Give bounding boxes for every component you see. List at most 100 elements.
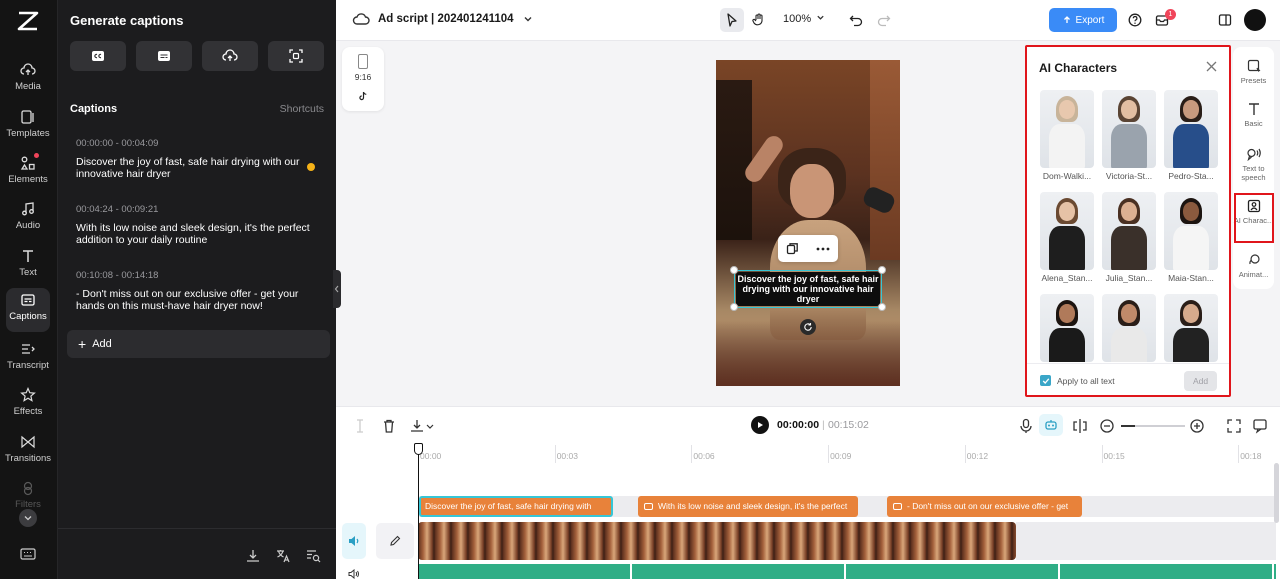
auto-captions-button[interactable]	[70, 41, 126, 71]
shortcuts-link[interactable]: Shortcuts	[280, 103, 324, 115]
ai-character-card[interactable]	[1164, 90, 1218, 168]
search-replace-icon[interactable]	[305, 548, 321, 564]
ai-character-card[interactable]	[1102, 192, 1156, 270]
zoom-dropdown[interactable]: 100%	[783, 13, 825, 25]
select-tool-button[interactable]	[720, 8, 744, 32]
redo-button[interactable]	[872, 8, 896, 32]
caption-text[interactable]: Discover the joy of fast, safe hair dryi…	[76, 156, 318, 180]
rail-item-text[interactable]: Text	[6, 244, 50, 288]
side-item-label: Animat...	[1238, 270, 1269, 279]
ai-character-card[interactable]	[1164, 294, 1218, 362]
apply-to-all-checkbox[interactable]: Apply to all text	[1040, 375, 1115, 386]
ai-character-card[interactable]	[1040, 90, 1094, 168]
panel-collapse-handle[interactable]	[333, 270, 341, 308]
playhead-handle[interactable]	[414, 443, 423, 455]
side-item-text-to-speech[interactable]: Text to speech	[1233, 147, 1274, 182]
rail-item-templates[interactable]: Templates	[6, 105, 50, 149]
timeline-scrollbar[interactable]	[1274, 463, 1279, 523]
keyboard-icon[interactable]	[20, 548, 36, 560]
caption-item[interactable]: 00:00:00 - 00:04:09 Discover the joy of …	[76, 138, 318, 180]
video-clip[interactable]	[418, 522, 1016, 560]
timeline[interactable]: 00:00 00:03 00:06 00:09 00:12 00:15 00:18 Disc…	[336, 443, 1280, 579]
caption-clip-icon	[893, 503, 902, 510]
duplicate-icon[interactable]	[786, 242, 799, 255]
caption-time: 00:10:08 - 00:14:18	[76, 270, 159, 281]
hand-tool-button[interactable]	[747, 8, 771, 32]
project-title-button[interactable]: Ad script | 202401241104	[352, 12, 541, 26]
panel-title: Generate captions	[70, 13, 184, 28]
character-portrait-shape	[1173, 328, 1209, 362]
resize-handle[interactable]	[730, 266, 738, 274]
delete-icon[interactable]	[381, 418, 397, 434]
fullscreen-icon[interactable]	[1226, 418, 1242, 434]
zoom-out-icon[interactable]	[1099, 418, 1115, 434]
close-icon[interactable]	[1206, 61, 1217, 72]
add-caption-button[interactable]: + Add	[67, 330, 330, 358]
side-item-presets[interactable]: Presets	[1233, 59, 1274, 85]
ai-character-card[interactable]	[1102, 90, 1156, 168]
rail-item-transcript[interactable]: Transcript	[6, 337, 50, 381]
canvas-caption-text[interactable]: Discover the joy of fast, safe hair dryi…	[736, 272, 880, 306]
download-icon[interactable]	[245, 548, 261, 564]
caption-text[interactable]: With its low noise and sleek design, it'…	[76, 222, 318, 246]
rotate-handle[interactable]	[800, 319, 816, 335]
play-button[interactable]	[751, 416, 769, 434]
side-item-animation[interactable]: Animat...	[1233, 253, 1274, 279]
ai-character-name: Julia_Stan...	[1105, 273, 1153, 283]
rail-item-elements[interactable]: Elements	[6, 151, 50, 195]
rail-item-label: Templates	[6, 128, 50, 139]
help-button[interactable]	[1123, 8, 1147, 32]
caption-item[interactable]: 00:04:24 - 00:09:21 With its low noise a…	[76, 204, 318, 246]
ai-character-card[interactable]	[1040, 192, 1094, 270]
more-icon[interactable]	[816, 247, 830, 251]
caption-clip[interactable]: - Don't miss out on our exclusive offer …	[887, 496, 1082, 517]
audio-track[interactable]	[418, 564, 1276, 579]
ai-tool-button[interactable]	[1039, 414, 1063, 436]
rail-more-button[interactable]	[19, 509, 37, 527]
add-character-button[interactable]: Add	[1184, 371, 1217, 391]
ruler-label: 00:09	[830, 451, 852, 461]
rail-item-audio[interactable]: Audio	[6, 197, 50, 241]
chevron-down-icon[interactable]	[425, 418, 435, 434]
microphone-icon[interactable]	[1018, 418, 1034, 434]
resize-handle[interactable]	[730, 303, 738, 311]
playhead[interactable]	[418, 443, 419, 579]
timeline-zoom-slider[interactable]	[1121, 425, 1185, 427]
rail-item-captions[interactable]: Captions	[6, 288, 50, 332]
manual-captions-button[interactable]	[136, 41, 192, 71]
rail-item-effects[interactable]: Effects	[6, 383, 50, 427]
ai-character-card[interactable]	[1102, 294, 1156, 362]
resize-handle[interactable]	[878, 266, 886, 274]
ai-character-card[interactable]	[1040, 294, 1094, 362]
chevron-left-icon	[334, 285, 339, 293]
caption-item[interactable]: 00:10:08 - 00:14:18 - Don't miss out on …	[76, 270, 318, 312]
ai-character-card[interactable]	[1164, 192, 1218, 270]
pencil-icon	[390, 535, 401, 546]
split-view-icon	[1218, 14, 1232, 26]
comment-icon[interactable]	[1252, 418, 1268, 434]
resize-handle[interactable]	[878, 303, 886, 311]
side-item-basic[interactable]: Basic	[1233, 102, 1274, 128]
download-icon[interactable]	[409, 418, 425, 434]
translate-icon[interactable]	[275, 548, 291, 564]
scan-captions-button[interactable]	[268, 41, 324, 71]
user-avatar[interactable]	[1244, 9, 1266, 31]
rail-item-transitions[interactable]: Transitions	[5, 430, 51, 474]
rail-item-media[interactable]: Media	[6, 58, 50, 102]
caption-clip[interactable]: Discover the joy of fast, safe hair dryi…	[419, 496, 613, 517]
aspect-ratio-card[interactable]: 9:16	[342, 47, 384, 111]
export-button[interactable]: Export	[1049, 8, 1117, 32]
undo-button[interactable]	[844, 8, 868, 32]
speaker-icon	[349, 536, 359, 546]
split-screen-icon[interactable]	[1072, 418, 1088, 434]
mute-track-button[interactable]	[342, 523, 366, 559]
edit-track-button[interactable]	[376, 523, 414, 559]
caption-clip[interactable]: With its low noise and sleek design, it'…	[638, 496, 858, 517]
video-preview[interactable]	[716, 60, 900, 386]
caption-text[interactable]: - Don't miss out on our exclusive offer …	[76, 288, 318, 312]
layout-toggle-button[interactable]	[1213, 8, 1237, 32]
upload-captions-button[interactable]	[202, 41, 258, 71]
audio-icon[interactable]	[348, 569, 360, 579]
zoom-in-icon[interactable]	[1189, 418, 1205, 434]
split-icon[interactable]	[352, 418, 368, 434]
